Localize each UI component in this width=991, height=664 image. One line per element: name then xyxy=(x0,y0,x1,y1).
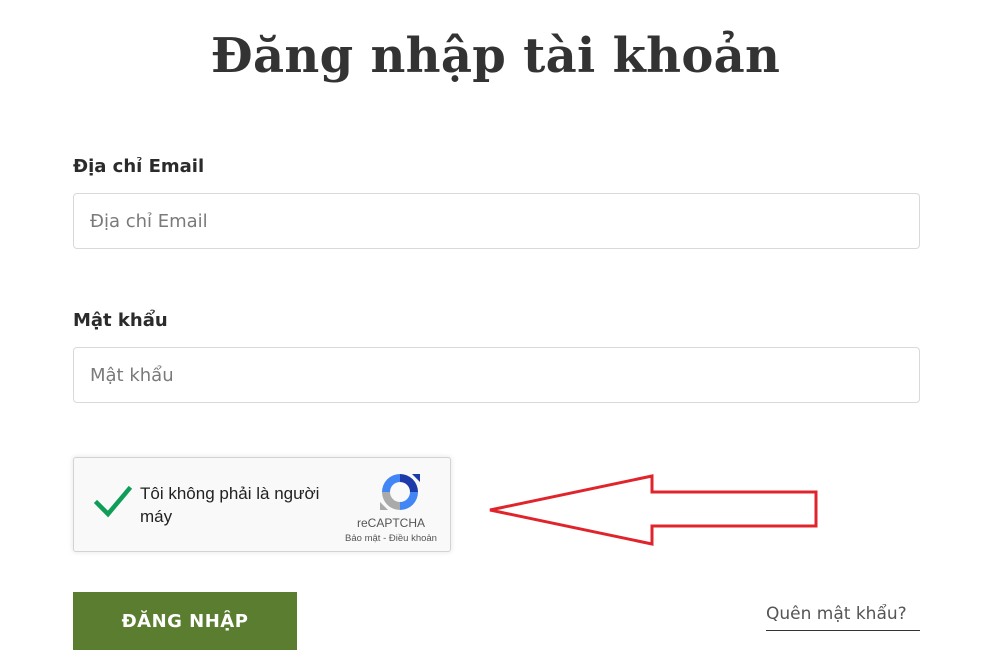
captcha-links: Bảo mật - Điều khoản xyxy=(326,533,456,544)
recaptcha-brand: reCAPTCHA xyxy=(356,516,425,530)
page-title: Đăng nhập tài khoản xyxy=(210,28,781,84)
captcha-label: Tôi không phải là người máy xyxy=(140,484,320,526)
links-separator: - xyxy=(380,533,389,544)
login-page: Đăng nhập tài khoản Địa chỉ Email Mật kh… xyxy=(0,0,991,664)
arrow-left-icon xyxy=(489,474,818,546)
email-field[interactable] xyxy=(73,193,920,249)
password-label: Mật khẩu xyxy=(73,310,168,331)
checkmark-icon[interactable] xyxy=(94,485,132,519)
login-button[interactable]: ĐĂNG NHẬP xyxy=(73,592,297,650)
email-label: Địa chỉ Email xyxy=(73,156,205,177)
recaptcha-logo-icon xyxy=(380,474,420,510)
recaptcha-widget: Tôi không phải là người máy reCAPTCHA Bả… xyxy=(73,457,451,552)
password-field[interactable] xyxy=(73,347,920,403)
terms-link[interactable]: Điều khoản xyxy=(389,533,437,544)
forgot-password-link[interactable]: Quên mật khẩu? xyxy=(766,604,920,631)
privacy-link[interactable]: Bảo mật xyxy=(345,533,380,544)
